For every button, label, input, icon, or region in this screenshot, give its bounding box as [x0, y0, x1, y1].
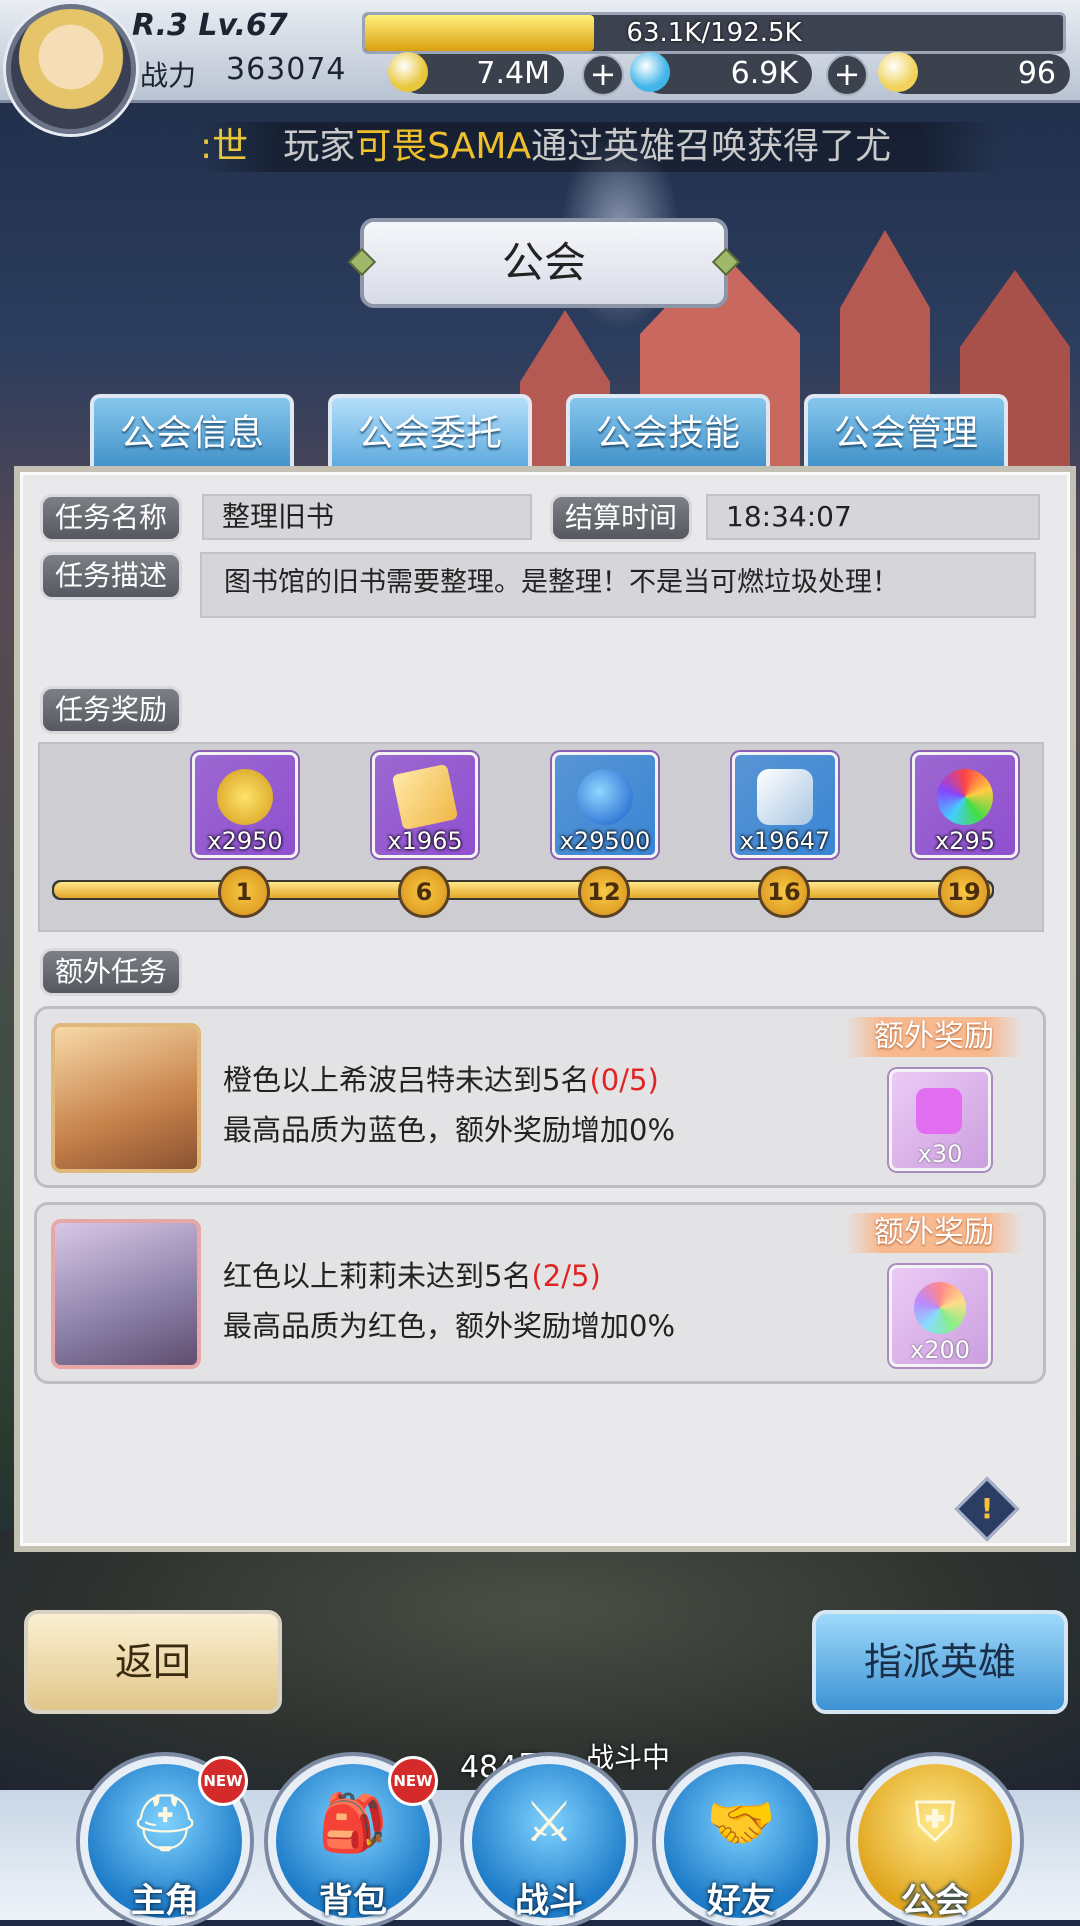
nav-guild-button[interactable]: ⛨ 公会	[850, 1756, 1020, 1926]
condition-text: 橙色以上希波吕特未达到5名	[223, 1063, 590, 1097]
reward-rainbow-badge[interactable]: x295	[912, 752, 1018, 858]
reward-exp-potion[interactable]: x29500	[552, 752, 658, 858]
announcement-ticker: :世 玩家可畏SAMA通过英雄召唤获得了尤	[200, 122, 1000, 172]
extra-reward-rainbow-badge[interactable]: x200	[889, 1265, 991, 1367]
reward-count: x295	[934, 827, 995, 855]
task-desc-label: 任务描述	[40, 552, 183, 600]
reward-count: x19647	[739, 827, 831, 855]
milestone-node: 6	[398, 866, 450, 918]
reward-count: x1965	[387, 827, 463, 855]
extra-reward-tag: 额外奖励	[845, 1017, 1023, 1057]
task-reward-label: 任务奖励	[40, 686, 183, 734]
crystal-counter: 96	[878, 52, 1070, 94]
settlement-time-value: 18:34:07	[706, 494, 1040, 540]
milestone-node: 12	[578, 866, 630, 918]
scroll-icon	[391, 763, 459, 831]
extra-task-label: 额外任务	[40, 948, 183, 996]
extra-task-card: 橙色以上希波吕特未达到5名(0/5) 最高品质为蓝色，额外奖励增加0% 额外奖励…	[34, 1006, 1046, 1188]
battle-state: 战斗中	[586, 1741, 671, 1774]
extra-reward-count: x30	[917, 1140, 963, 1168]
diamond-value: 6.9K	[730, 56, 798, 91]
extra-task-quality: 最高品质为蓝色，额外奖励增加0%	[223, 1113, 676, 1147]
gold-coin-icon	[388, 52, 428, 92]
nav-battle-button[interactable]: ⚔ 战斗	[464, 1756, 634, 1926]
assign-hero-button[interactable]: 指派英雄	[812, 1610, 1068, 1714]
nav-label: 好友	[707, 1881, 775, 1921]
extra-task-quality: 最高品质为红色，额外奖励增加0%	[223, 1309, 676, 1343]
tab-guild-management[interactable]: 公会管理	[804, 394, 1008, 470]
tab-guild-commission[interactable]: 公会委托	[328, 394, 532, 470]
add-gold-button[interactable]: +	[582, 54, 624, 96]
reward-count: x29500	[559, 827, 651, 855]
nav-label: 公会	[901, 1881, 969, 1921]
settlement-time-label: 结算时间	[550, 494, 693, 542]
gold-counter: 7.4M	[388, 52, 564, 94]
extra-reward-tag: 额外奖励	[845, 1213, 1023, 1253]
ticker-prefix: :世	[200, 126, 249, 167]
rainbow-badge-icon	[914, 1282, 966, 1334]
task-name-value: 整理旧书	[202, 494, 532, 540]
diamond-icon	[630, 52, 670, 92]
potion-icon	[577, 769, 633, 825]
puzzle-piece-icon	[916, 1088, 962, 1134]
reward-ore[interactable]: x19647	[732, 752, 838, 858]
milestone-node: 19	[938, 866, 990, 918]
back-button[interactable]: 返回	[24, 1610, 282, 1714]
page-title: 公会	[360, 218, 728, 308]
gold-bag-icon	[217, 769, 273, 825]
hero-portrait-hippolyta[interactable]	[51, 1023, 201, 1173]
hero-portrait-lily[interactable]	[51, 1219, 201, 1369]
extra-task-condition: 红色以上莉莉未达到5名(2/5)	[223, 1253, 601, 1295]
exp-bar: 63.1K/192.5K	[362, 12, 1066, 54]
power-value: 363074	[226, 52, 347, 87]
reward-progress-bar	[52, 880, 994, 900]
new-badge: NEW	[388, 1756, 438, 1806]
tab-guild-skills[interactable]: 公会技能	[566, 394, 770, 470]
task-name-label: 任务名称	[40, 494, 183, 542]
nav-label: 背包	[319, 1881, 387, 1921]
reward-strip	[38, 742, 1044, 932]
gold-value: 7.4M	[476, 56, 550, 91]
exp-text: 63.1K/192.5K	[626, 18, 802, 48]
nav-label: 主角	[131, 1881, 199, 1921]
add-diamond-button[interactable]: +	[826, 54, 868, 96]
reward-gold-bag[interactable]: x2950	[192, 752, 298, 858]
crystal-value: 96	[1017, 56, 1056, 91]
condition-progress: (0/5)	[589, 1063, 659, 1097]
player-avatar[interactable]	[6, 4, 136, 134]
ticker-message-end: 通过英雄召唤获得了尤	[531, 126, 892, 167]
extra-task-condition: 橙色以上希波吕特未达到5名(0/5)	[223, 1057, 659, 1099]
crossed-swords-icon: ⚔	[523, 1790, 575, 1855]
reward-progress-fill	[54, 882, 992, 898]
new-badge: NEW	[198, 1756, 248, 1806]
crystal-icon	[878, 52, 918, 92]
tab-guild-info[interactable]: 公会信息	[90, 394, 294, 470]
handshake-icon: 🤝	[706, 1791, 776, 1856]
nav-label: 战斗	[515, 1881, 583, 1921]
guild-crest-icon: ⛨	[914, 1790, 956, 1855]
extra-task-card: 红色以上莉莉未达到5名(2/5) 最高品质为红色，额外奖励增加0% 额外奖励 x…	[34, 1202, 1046, 1384]
power-label: 战力	[140, 59, 197, 92]
nav-friends-button[interactable]: 🤝 好友	[656, 1756, 826, 1926]
rainbow-badge-icon	[937, 769, 993, 825]
milestone-node: 1	[218, 866, 270, 918]
ore-icon	[757, 769, 813, 825]
condition-text: 红色以上莉莉未达到5名	[223, 1259, 532, 1293]
ticker-message-start: 玩家	[283, 126, 356, 167]
diamond-counter: 6.9K	[630, 52, 812, 94]
extra-reward-count: x200	[909, 1336, 970, 1364]
condition-progress: (2/5)	[531, 1259, 601, 1293]
task-desc-value: 图书馆的旧书需要整理。是整理！不是当可燃垃圾处理！	[200, 552, 1036, 618]
reward-scroll[interactable]: x1965	[372, 752, 478, 858]
extra-reward-puzzle[interactable]: x30	[889, 1069, 991, 1171]
reward-count: x2950	[207, 827, 283, 855]
player-rank-level: R.3 Lv.67	[132, 8, 288, 43]
ticker-player-name: 可畏SAMA	[355, 126, 532, 167]
milestone-node: 16	[758, 866, 810, 918]
